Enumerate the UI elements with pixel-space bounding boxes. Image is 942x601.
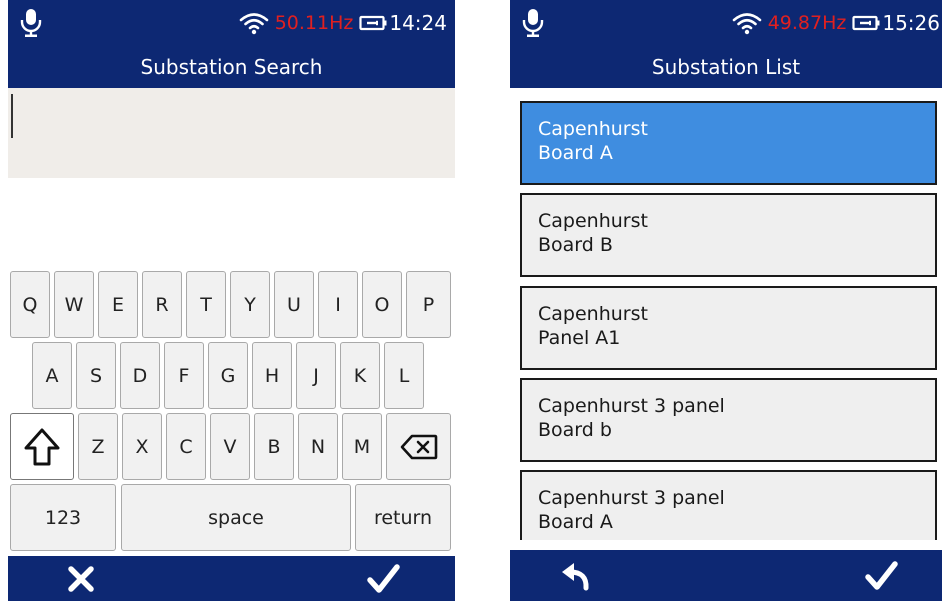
frequency-readout: 50.11Hz (274, 12, 354, 34)
backspace-key[interactable] (386, 413, 451, 480)
key-t[interactable]: T (186, 271, 226, 338)
board-name: Board B (538, 234, 613, 256)
battery-icon (852, 15, 880, 31)
on-screen-keyboard: Q W E R T Y U I O P A S D F G H J K L Z … (8, 268, 455, 556)
list-item[interactable]: Capenhurst Panel A1 (520, 286, 937, 370)
key-f[interactable]: F (164, 342, 204, 409)
back-button[interactable] (560, 560, 594, 592)
text-cursor (11, 94, 13, 138)
key-o[interactable]: O (362, 271, 402, 338)
key-n[interactable]: N (298, 413, 338, 480)
frequency-readout: 49.87Hz (767, 12, 847, 34)
list-item[interactable]: Capenhurst 3 panel Board b (520, 378, 937, 462)
key-b[interactable]: B (254, 413, 294, 480)
list-item[interactable]: Capenhurst Board B (520, 193, 937, 277)
numbers-key[interactable]: 123 (10, 484, 116, 551)
key-q[interactable]: Q (10, 271, 50, 338)
substation-list-screen: 49.87Hz 15:26 Substation List Capenhurst… (510, 0, 942, 601)
title-text: Substation List (651, 55, 801, 79)
key-w[interactable]: W (54, 271, 94, 338)
substation-search-screen: 50.11Hz 14:24 Substation Search Q W E R … (8, 0, 455, 601)
key-p[interactable]: P (406, 271, 451, 338)
board-name: Board A (538, 142, 613, 164)
substation-list[interactable]: Capenhurst Board A Capenhurst Board B Ca… (510, 88, 942, 540)
wifi-icon (239, 13, 269, 35)
key-j[interactable]: J (296, 342, 336, 409)
microphone-icon (522, 9, 544, 37)
key-x[interactable]: X (122, 413, 162, 480)
confirm-button[interactable] (864, 561, 898, 591)
board-name: Board b (538, 419, 612, 441)
cancel-button[interactable] (66, 564, 96, 594)
clock-time: 15:26 (882, 11, 940, 35)
key-z[interactable]: Z (78, 413, 118, 480)
confirm-button[interactable] (366, 564, 400, 594)
bottom-action-bar (510, 550, 942, 601)
substation-name: Capenhurst (538, 210, 648, 232)
status-bar: 49.87Hz 15:26 (510, 0, 942, 46)
key-u[interactable]: U (274, 271, 314, 338)
key-d[interactable]: D (120, 342, 160, 409)
bottom-action-bar (8, 556, 455, 601)
clock-time: 14:24 (389, 11, 447, 35)
board-name: Panel A1 (538, 327, 621, 349)
key-e[interactable]: E (98, 271, 138, 338)
key-r[interactable]: R (142, 271, 182, 338)
key-m[interactable]: M (342, 413, 382, 480)
return-key[interactable]: return (355, 484, 451, 551)
key-a[interactable]: A (32, 342, 72, 409)
board-name: Board A (538, 511, 613, 533)
key-c[interactable]: C (166, 413, 206, 480)
key-l[interactable]: L (384, 342, 424, 409)
battery-icon (359, 15, 387, 31)
shift-key[interactable] (10, 413, 74, 480)
key-y[interactable]: Y (230, 271, 270, 338)
list-item[interactable]: Capenhurst 3 panel Board A (520, 470, 937, 540)
substation-name: Capenhurst (538, 118, 648, 140)
status-bar: 50.11Hz 14:24 (8, 0, 455, 46)
key-k[interactable]: K (340, 342, 380, 409)
backspace-icon (400, 434, 437, 459)
shift-arrow-icon (24, 428, 60, 465)
key-i[interactable]: I (318, 271, 358, 338)
search-input[interactable] (8, 88, 455, 178)
key-g[interactable]: G (208, 342, 248, 409)
key-v[interactable]: V (210, 413, 250, 480)
key-h[interactable]: H (252, 342, 292, 409)
substation-name: Capenhurst 3 panel (538, 487, 725, 509)
substation-name: Capenhurst (538, 303, 648, 325)
microphone-icon (20, 9, 42, 37)
screen-title: Substation List (510, 46, 942, 88)
screen-title: Substation Search (8, 46, 455, 88)
substation-name: Capenhurst 3 panel (538, 395, 725, 417)
key-s[interactable]: S (76, 342, 116, 409)
space-key[interactable]: space (121, 484, 351, 551)
list-item[interactable]: Capenhurst Board A (520, 101, 937, 185)
title-text: Substation Search (140, 55, 323, 79)
wifi-icon (732, 13, 762, 35)
